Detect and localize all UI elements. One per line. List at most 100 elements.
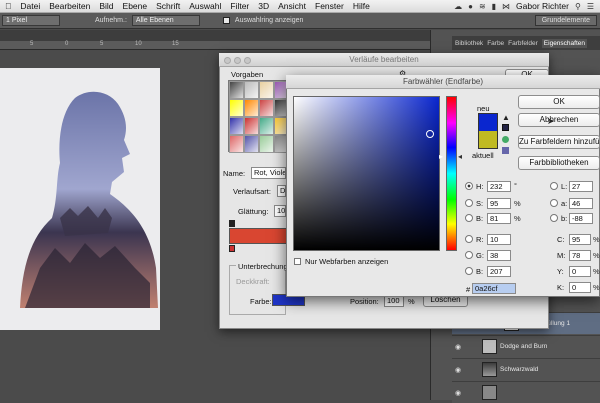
add-to-swatches-button[interactable]: Zu Farbfeldern hinzufügen <box>518 135 600 149</box>
document-image[interactable] <box>0 68 160 330</box>
menu-type[interactable]: Schrift <box>156 1 180 11</box>
menu-help[interactable]: Hilfe <box>353 1 370 11</box>
user-name[interactable]: Gabor Richter <box>516 1 569 11</box>
tab-swatches[interactable]: Farbfelder <box>508 40 538 47</box>
gradient-preset-swatch[interactable] <box>244 99 259 117</box>
gradient-preset-swatch[interactable] <box>244 117 259 135</box>
tab-color[interactable]: Farbe <box>487 40 504 47</box>
lightness-radio[interactable] <box>550 182 558 190</box>
gradient-preset-swatch[interactable] <box>229 99 244 117</box>
search-icon[interactable]: ⚲ <box>575 2 581 11</box>
green-radio[interactable] <box>465 251 473 259</box>
menu-filter[interactable]: Filter <box>230 1 249 11</box>
saturation-brightness-field[interactable] <box>293 96 440 251</box>
tab-properties[interactable]: Eigenschaften <box>541 38 587 48</box>
green-field[interactable]: 38 <box>487 250 511 261</box>
layer-thumbnail <box>482 362 497 377</box>
gradient-preset-swatch[interactable] <box>229 81 244 99</box>
battery-icon[interactable]: ▮ <box>492 2 496 11</box>
menu-select[interactable]: Auswahl <box>189 1 221 11</box>
menu-window[interactable]: Fenster <box>315 1 344 11</box>
minimize-window-button[interactable] <box>234 57 241 64</box>
status-icon[interactable]: ● <box>468 2 473 11</box>
b-channel-field[interactable]: -88 <box>569 213 593 224</box>
red-field[interactable]: 10 <box>487 234 511 245</box>
cloud-icon[interactable]: ☁ <box>454 2 462 11</box>
gradient-bar[interactable] <box>229 228 289 244</box>
web-color-cube-icon[interactable] <box>502 124 509 131</box>
a-channel-radio[interactable] <box>550 199 558 207</box>
gradient-preset-swatch[interactable] <box>259 135 274 153</box>
tab-library[interactable]: Bibliothek <box>455 40 483 47</box>
menu-3d[interactable]: 3D <box>258 1 269 11</box>
show-ring-checkbox[interactable] <box>222 17 230 24</box>
eye-icon[interactable]: ◉ <box>452 389 464 397</box>
brightness-field[interactable]: 81 <box>487 213 511 224</box>
gradient-preset-swatch[interactable] <box>244 81 259 99</box>
color-library-icon[interactable] <box>502 136 509 143</box>
magenta-field[interactable]: 78 <box>569 250 591 261</box>
eye-icon[interactable]: ◉ <box>452 343 464 351</box>
yellow-field[interactable]: 0 <box>569 266 591 277</box>
blue-field[interactable]: 207 <box>487 266 511 277</box>
wifi-icon[interactable]: ≋ <box>479 2 486 11</box>
hue-slider-handle-right[interactable]: ◂ <box>458 152 462 161</box>
menu-file[interactable]: Datei <box>20 1 40 11</box>
eye-icon[interactable]: ◉ <box>452 366 464 374</box>
blue-radio[interactable] <box>465 267 473 275</box>
gradient-preset-swatch[interactable] <box>259 99 274 117</box>
close-window-button[interactable] <box>224 57 231 64</box>
gradient-preset-swatch[interactable] <box>229 117 244 135</box>
smoothness-field[interactable]: 100 <box>274 205 286 217</box>
gradient-type-label: Verlaufsart: <box>233 187 271 196</box>
gradient-preset-swatch[interactable] <box>259 81 274 99</box>
menu-layer[interactable]: Ebene <box>123 1 148 11</box>
hue-slider-handle[interactable]: ▸ <box>439 152 443 161</box>
gradient-preset-swatch[interactable] <box>244 135 259 153</box>
sample-size-select[interactable]: 1 Pixel <box>2 15 60 26</box>
swatch-cube-icon[interactable] <box>502 147 509 154</box>
web-colors-only-checkbox[interactable] <box>294 258 301 265</box>
current-color-swatch[interactable] <box>478 131 498 149</box>
hue-radio[interactable] <box>465 182 473 190</box>
menu-edit[interactable]: Bearbeiten <box>49 1 90 11</box>
gradient-presets-grid[interactable] <box>228 80 289 153</box>
color-libraries-button[interactable]: Farbbibliotheken <box>518 156 600 170</box>
list-icon[interactable]: ☰ <box>587 2 594 11</box>
apple-icon[interactable]:  <box>5 1 11 11</box>
black-field[interactable]: 0 <box>569 282 591 293</box>
bluetooth-icon[interactable]: ⋈ <box>502 2 510 11</box>
picker-cancel-button[interactable]: Abbrechen <box>518 113 600 127</box>
color-stop-marker[interactable] <box>229 245 235 252</box>
hue-field[interactable]: 232 <box>487 181 511 192</box>
color-field-cursor[interactable] <box>426 130 434 138</box>
brightness-radio[interactable] <box>465 214 473 222</box>
menu-view[interactable]: Ansicht <box>278 1 306 11</box>
out-of-gamut-warning-icon[interactable]: ▲ <box>502 113 510 122</box>
yellow-label: Y: <box>557 267 564 276</box>
gradient-preset-swatch[interactable] <box>229 135 244 153</box>
opacity-stop-marker[interactable] <box>229 220 235 227</box>
gradient-preset-swatch[interactable] <box>259 117 274 135</box>
sample-layers-select[interactable]: Alle Ebenen <box>131 15 200 26</box>
cyan-field[interactable]: 95 <box>569 234 591 245</box>
picker-ok-button[interactable]: OK <box>518 95 600 109</box>
lightness-field[interactable]: 27 <box>569 181 593 192</box>
a-channel-field[interactable]: 46 <box>569 198 593 209</box>
gradient-type-select[interactable]: Da <box>277 185 286 197</box>
web-colors-only-label: Nur Webfarben anzeigen <box>305 257 389 266</box>
workspace-select[interactable]: Grundelemente <box>534 15 597 26</box>
saturation-field[interactable]: 95 <box>487 198 511 209</box>
saturation-radio[interactable] <box>465 199 473 207</box>
gradient-editor-title: Verläufe bearbeiten <box>219 53 549 67</box>
menu-image[interactable]: Bild <box>99 1 113 11</box>
gradient-name-field[interactable]: Rot, Violett <box>251 167 286 179</box>
zoom-window-button[interactable] <box>244 57 251 64</box>
red-radio[interactable] <box>465 235 473 243</box>
layer-row[interactable]: ◉ Dodge and Burn <box>452 335 600 357</box>
hue-slider[interactable] <box>446 96 457 251</box>
hex-field[interactable]: 0a26cf <box>472 283 516 294</box>
hex-label: # <box>466 285 471 294</box>
layer-row[interactable]: ◉ Schwarzwald <box>452 358 600 380</box>
b-channel-radio[interactable] <box>550 214 558 222</box>
